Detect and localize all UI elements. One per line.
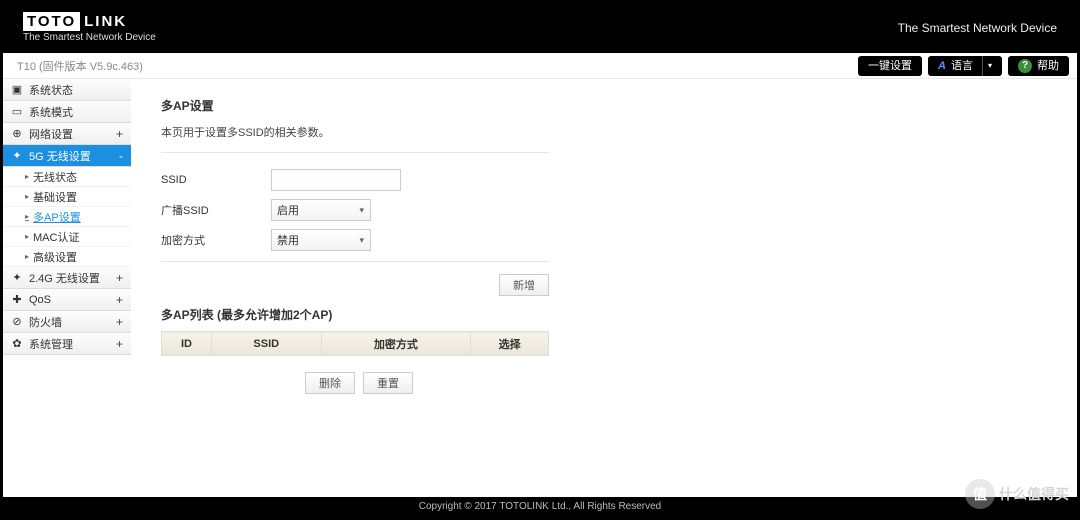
network-icon: ⊕ [11, 128, 23, 140]
sidebar-sub-wireless-status[interactable]: 无线状态 [3, 167, 131, 187]
mode-icon: ▭ [11, 106, 23, 118]
sidebar-item-24g-wireless[interactable]: ✦ 2.4G 无线设置 + [3, 267, 131, 289]
delete-button[interactable]: 删除 [305, 372, 355, 394]
broadcast-ssid-label: 广播SSID [161, 202, 271, 218]
sidebar-item-label: 系统管理 [29, 336, 73, 352]
ap-list-title: 多AP列表 (最多允许增加2个AP) [161, 306, 1047, 323]
col-ssid: SSID [211, 332, 321, 356]
col-id: ID [162, 332, 212, 356]
help-icon: ? [1018, 59, 1032, 73]
language-icon: A [938, 56, 946, 76]
sidebar-item-label: 防火墙 [29, 314, 62, 330]
col-select: 选择 [471, 332, 549, 356]
expand-icon: + [116, 127, 123, 141]
sidebar-sub-advanced[interactable]: 高级设置 [3, 247, 131, 267]
logo: TOTOLINK The Smartest Network Device [23, 13, 156, 43]
sidebar-sub-basic-settings[interactable]: 基础设置 [3, 187, 131, 207]
sidebar-item-label: 系统状态 [29, 82, 73, 98]
add-button[interactable]: 新增 [499, 274, 549, 296]
language-button[interactable]: A语言▾ [928, 56, 1002, 76]
wifi-icon: ✦ [11, 272, 23, 284]
page-title: 多AP设置 [161, 97, 1047, 114]
footer: Copyright © 2017 TOTOLINK Ltd., All Righ… [3, 497, 1077, 517]
collapse-icon: - [119, 149, 123, 163]
qos-icon: ✚ [11, 294, 23, 306]
firmware-label: T10 (固件版本 V5.9c.463) [11, 58, 143, 74]
logo-text-r: LINK [84, 13, 127, 30]
expand-icon: + [116, 337, 123, 351]
col-encryption: 加密方式 [321, 332, 471, 356]
main-panel: 多AP设置 本页用于设置多SSID的相关参数。 SSID 广播SSID 启用 加… [131, 79, 1077, 497]
chevron-down-icon: ▾ [982, 56, 992, 76]
sidebar-item-label: QoS [29, 294, 51, 306]
expand-icon: + [116, 271, 123, 285]
encryption-label: 加密方式 [161, 232, 271, 248]
ssid-input[interactable] [271, 169, 401, 191]
sidebar-item-label: 网络设置 [29, 126, 73, 142]
one-click-setup-button[interactable]: 一键设置 [858, 56, 922, 76]
sidebar-item-network[interactable]: ⊕ 网络设置 + [3, 123, 131, 145]
page-description: 本页用于设置多SSID的相关参数。 [161, 124, 1047, 140]
gear-icon: ✿ [11, 338, 23, 350]
sidebar-item-label: 系统模式 [29, 104, 73, 120]
sidebar-item-system-status[interactable]: ▣ 系统状态 [3, 79, 131, 101]
sidebar-item-label: 5G 无线设置 [29, 148, 91, 164]
sidebar-item-5g-wireless[interactable]: ✦ 5G 无线设置 - [3, 145, 131, 167]
divider [161, 261, 549, 262]
expand-icon: + [116, 293, 123, 307]
broadcast-ssid-select[interactable]: 启用 [271, 199, 371, 221]
sidebar-sub-multi-ap[interactable]: 多AP设置 [3, 207, 131, 227]
sidebar-item-system-mode[interactable]: ▭ 系统模式 [3, 101, 131, 123]
sidebar-item-label: 2.4G 无线设置 [29, 270, 100, 286]
tagline: The Smartest Network Device [23, 32, 156, 43]
header-slogan: The Smartest Network Device [898, 21, 1057, 35]
sidebar-sub-mac-auth[interactable]: MAC认证 [3, 227, 131, 247]
expand-icon: + [116, 315, 123, 329]
ap-table: ID SSID 加密方式 选择 [161, 331, 549, 356]
sidebar-item-system-admin[interactable]: ✿ 系统管理 + [3, 333, 131, 355]
sidebar-item-qos[interactable]: ✚ QoS + [3, 289, 131, 311]
help-button[interactable]: ?帮助 [1008, 56, 1069, 76]
shield-icon: ⊘ [11, 316, 23, 328]
reset-button[interactable]: 重置 [363, 372, 413, 394]
monitor-icon: ▣ [11, 84, 23, 96]
sidebar: ▣ 系统状态 ▭ 系统模式 ⊕ 网络设置 + ✦ 5G 无线设置 - 无线状态 基础设置 多… [3, 79, 131, 497]
sidebar-item-firewall[interactable]: ⊘ 防火墙 + [3, 311, 131, 333]
header-bar: TOTOLINK The Smartest Network Device The… [3, 3, 1077, 53]
encryption-select[interactable]: 禁用 [271, 229, 371, 251]
divider [161, 152, 549, 153]
ssid-label: SSID [161, 174, 271, 186]
logo-text-l: TOTO [23, 12, 80, 31]
toolbar: T10 (固件版本 V5.9c.463) 一键设置 A语言▾ ?帮助 [3, 53, 1077, 79]
wifi-icon: ✦ [11, 150, 23, 162]
